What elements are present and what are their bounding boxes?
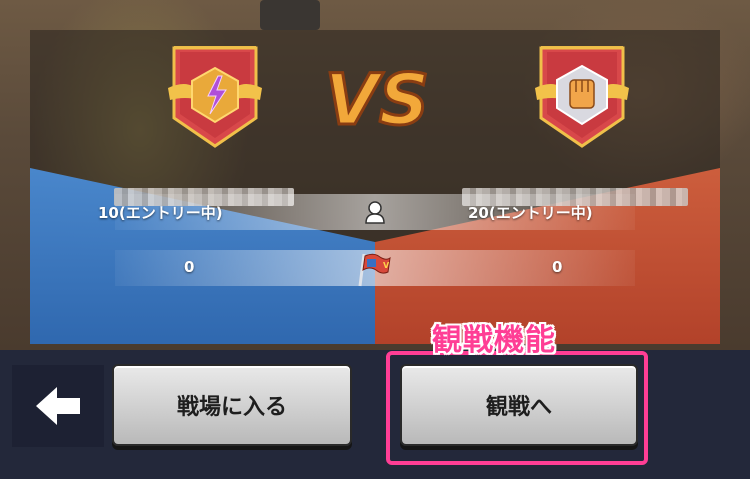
score-row: 0 V 0 [30, 250, 720, 287]
left-score: 0 [184, 258, 195, 276]
left-entry-count: 10(エントリー中) [98, 204, 223, 222]
back-arrow-icon [36, 387, 80, 425]
back-button[interactable] [12, 365, 104, 447]
flag-icon: V [358, 253, 391, 287]
background-art [260, 0, 320, 30]
vs-logo-icon: VS [323, 58, 431, 138]
fist-wings-emblem-icon [535, 46, 629, 148]
person-icon [365, 201, 385, 224]
svg-text:VS: VS [325, 59, 430, 138]
entry-count-row: 10(エントリー中) 20(エントリー中) [30, 194, 720, 230]
lightning-wings-emblem-icon [168, 46, 262, 148]
svg-text:V: V [383, 261, 390, 270]
match-panel: VS 10(エントリー中) 20(エントリー中) 0 V 0 [30, 30, 720, 344]
right-score: 0 [552, 258, 563, 276]
right-entry-count: 20(エントリー中) [468, 204, 593, 222]
annotation-label: 観戦機能 [432, 323, 556, 358]
annotation-highlight-box [386, 351, 648, 465]
background-scene: VS 10(エントリー中) 20(エントリー中) 0 V 0 [0, 0, 750, 350]
enter-battlefield-button[interactable]: 戦場に入る [112, 364, 352, 446]
